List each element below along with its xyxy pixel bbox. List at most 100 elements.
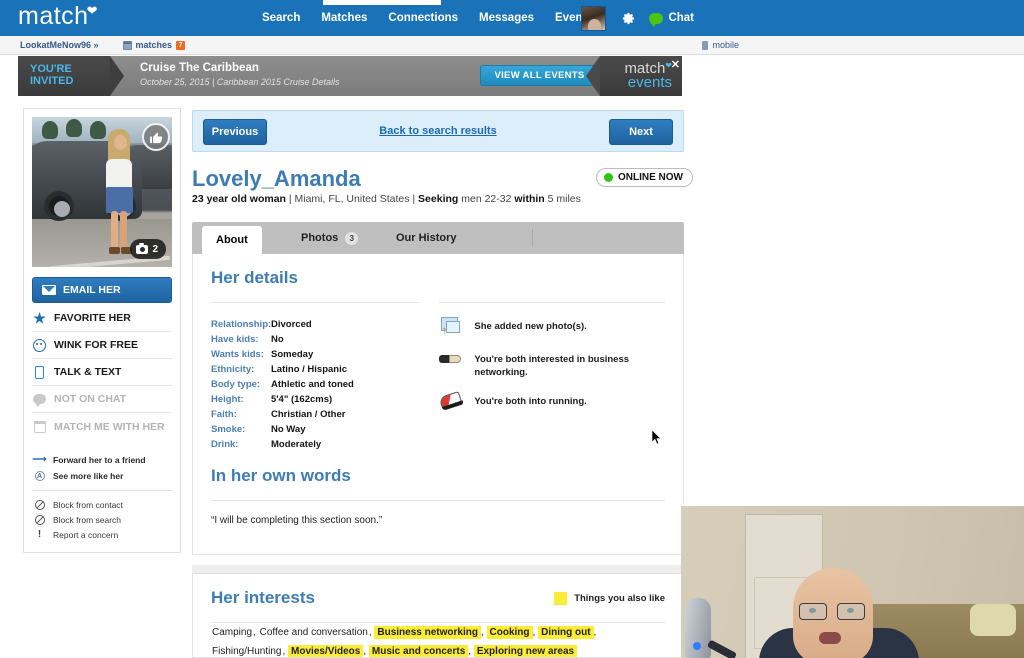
- detail-value: Christian / Other: [271, 409, 346, 420]
- list-item: You're both interested in business netwo…: [439, 350, 665, 379]
- top-navigation-bar: match❤ Search Matches Connections Messag…: [0, 0, 1024, 36]
- in-her-own-words-section: In her own words “I will be completing t…: [193, 466, 683, 554]
- talk-and-text-button[interactable]: TALK & TEXT: [32, 359, 172, 386]
- nav-right-controls: Chat: [581, 0, 694, 36]
- nav-item-messages[interactable]: Messages: [479, 12, 534, 24]
- block-from-search-link[interactable]: Block from search: [32, 512, 172, 527]
- palm-tree: [66, 119, 82, 137]
- face: [114, 135, 127, 150]
- nav-item-connections[interactable]: Connections: [388, 12, 458, 24]
- favorite-her-label: FAVORITE HER: [54, 312, 131, 324]
- mobile-link-wrap: mobile: [702, 40, 739, 50]
- interest-tag[interactable]: Movies/Videos: [288, 645, 364, 657]
- interest-tag[interactable]: Music and concerts: [368, 645, 469, 657]
- shoe: [109, 247, 120, 254]
- tab-our-history[interactable]: Our History: [382, 222, 471, 254]
- tab-photos[interactable]: Photos 3: [287, 222, 372, 254]
- interest-tag[interactable]: Camping: [211, 626, 253, 639]
- new-photo-icon: ↑: [439, 317, 463, 337]
- wink-for-free-label: WINK FOR FREE: [54, 339, 138, 351]
- detail-value: Latino / Hispanic: [271, 364, 348, 375]
- handshake-icon: [439, 350, 463, 370]
- profile-photo-wrap[interactable]: 2: [32, 117, 172, 267]
- see-more-like-her-link[interactable]: A See more like her: [32, 468, 172, 484]
- activity-text: You're both into running.: [474, 396, 587, 407]
- list-item: You're both into running.: [438, 391, 665, 412]
- exclamation-icon: !: [37, 528, 42, 540]
- thumbs-up-icon[interactable]: [142, 123, 170, 151]
- about-panel: Her details Relationship: Divorced Have k…: [192, 254, 684, 555]
- block-icon: [32, 514, 47, 525]
- interest-tag[interactable]: Fishing/Hunting: [211, 645, 282, 657]
- skirt: [106, 187, 133, 213]
- detail-label: Drink:: [211, 439, 239, 450]
- calendar-icon: [122, 40, 132, 50]
- table-row: Ethnicity: Latino / Hispanic: [211, 362, 419, 377]
- chat-icon: [32, 394, 47, 407]
- her-interests-title: Her interests: [211, 588, 315, 607]
- view-all-events-button[interactable]: VIEW ALL EVENTS: [480, 65, 599, 86]
- within-value: 5 miles: [544, 193, 581, 205]
- favorite-her-button[interactable]: ★ FAVORITE HER: [32, 305, 172, 332]
- email-her-button[interactable]: EMAIL HER: [32, 277, 172, 303]
- chat-button[interactable]: Chat: [649, 12, 694, 27]
- brand-text: match: [18, 2, 89, 30]
- nav-item-search[interactable]: Search: [262, 12, 300, 24]
- report-concern-link[interactable]: ! Report a concern: [32, 527, 172, 542]
- match-logo[interactable]: match❤: [18, 2, 98, 31]
- tab-about[interactable]: About: [202, 226, 262, 254]
- person-in-photo: [96, 129, 140, 257]
- tab-separator: [532, 229, 533, 247]
- email-her-label: EMAIL HER: [63, 284, 121, 296]
- breadcrumb-matches-label[interactable]: matches: [136, 40, 173, 50]
- talk-and-text-label: TALK & TEXT: [54, 366, 122, 378]
- phone-icon: [32, 365, 47, 379]
- matches-count-badge: 7: [176, 40, 185, 50]
- within-label: within: [514, 193, 545, 205]
- detail-value: No Way: [271, 424, 306, 435]
- camera-icon: [136, 242, 149, 254]
- breadcrumb-username[interactable]: LookatMeNow96 »: [20, 40, 99, 50]
- gear-icon[interactable]: [620, 11, 635, 26]
- interests-legend: Things you also like: [554, 591, 665, 605]
- block-from-contact-label: Block from contact: [53, 499, 123, 510]
- block-icon: [32, 499, 47, 510]
- interest-tag[interactable]: Exploring new areas: [473, 645, 578, 657]
- interest-tag[interactable]: Cooking: [486, 626, 533, 639]
- table-row: Wants kids: Someday: [211, 347, 419, 362]
- star-icon: ★: [33, 310, 46, 326]
- banner-arrow-left: [110, 56, 124, 96]
- interest-tag[interactable]: Dining out: [538, 626, 594, 639]
- detail-label: Body type:: [211, 379, 261, 390]
- report-concern-label: Report a concern: [53, 529, 119, 540]
- forward-to-friend-label: Forward her to a friend: [53, 455, 146, 465]
- interest-tag[interactable]: Coffee and conversation: [259, 626, 369, 639]
- breadcrumb-matches[interactable]: matches 7: [122, 40, 185, 50]
- nav-item-matches[interactable]: Matches: [321, 12, 367, 24]
- detail-label: Faith:: [211, 409, 237, 420]
- legend-label: Things you also like: [574, 592, 665, 604]
- tab-our-history-label: Our History: [396, 232, 457, 244]
- mobile-link[interactable]: mobile: [712, 40, 739, 50]
- sep: ,: [593, 627, 597, 638]
- chat-bubble-icon: [649, 12, 664, 27]
- her-details-title: Her details: [211, 268, 298, 287]
- avatar[interactable]: [581, 5, 607, 31]
- sep: ,: [253, 627, 259, 638]
- detail-label: Have kids:: [211, 334, 259, 345]
- forward-to-friend-link[interactable]: ⟶ Forward her to a friend: [32, 452, 172, 468]
- profile-age: 23 year old woman: [192, 193, 286, 205]
- close-icon[interactable]: ✕: [671, 58, 680, 71]
- detail-label: Ethnicity:: [211, 364, 255, 375]
- tab-photos-count: 3: [345, 231, 359, 245]
- detail-label: Relationship:: [211, 319, 272, 330]
- wink-for-free-button[interactable]: WINK FOR FREE: [32, 332, 172, 359]
- photo-count-badge[interactable]: 2: [130, 239, 166, 259]
- interest-tag[interactable]: Business networking: [374, 626, 481, 639]
- next-button[interactable]: Next: [609, 119, 673, 145]
- detail-value: Athletic and toned: [271, 379, 354, 390]
- detail-value: 5'4" (162cms): [271, 394, 333, 405]
- activity-list: ↑ She added new photo(s). You're both in…: [438, 317, 665, 412]
- block-from-contact-link[interactable]: Block from contact: [32, 497, 172, 512]
- youre-invited-label: YOU'RE INVITED: [18, 56, 110, 96]
